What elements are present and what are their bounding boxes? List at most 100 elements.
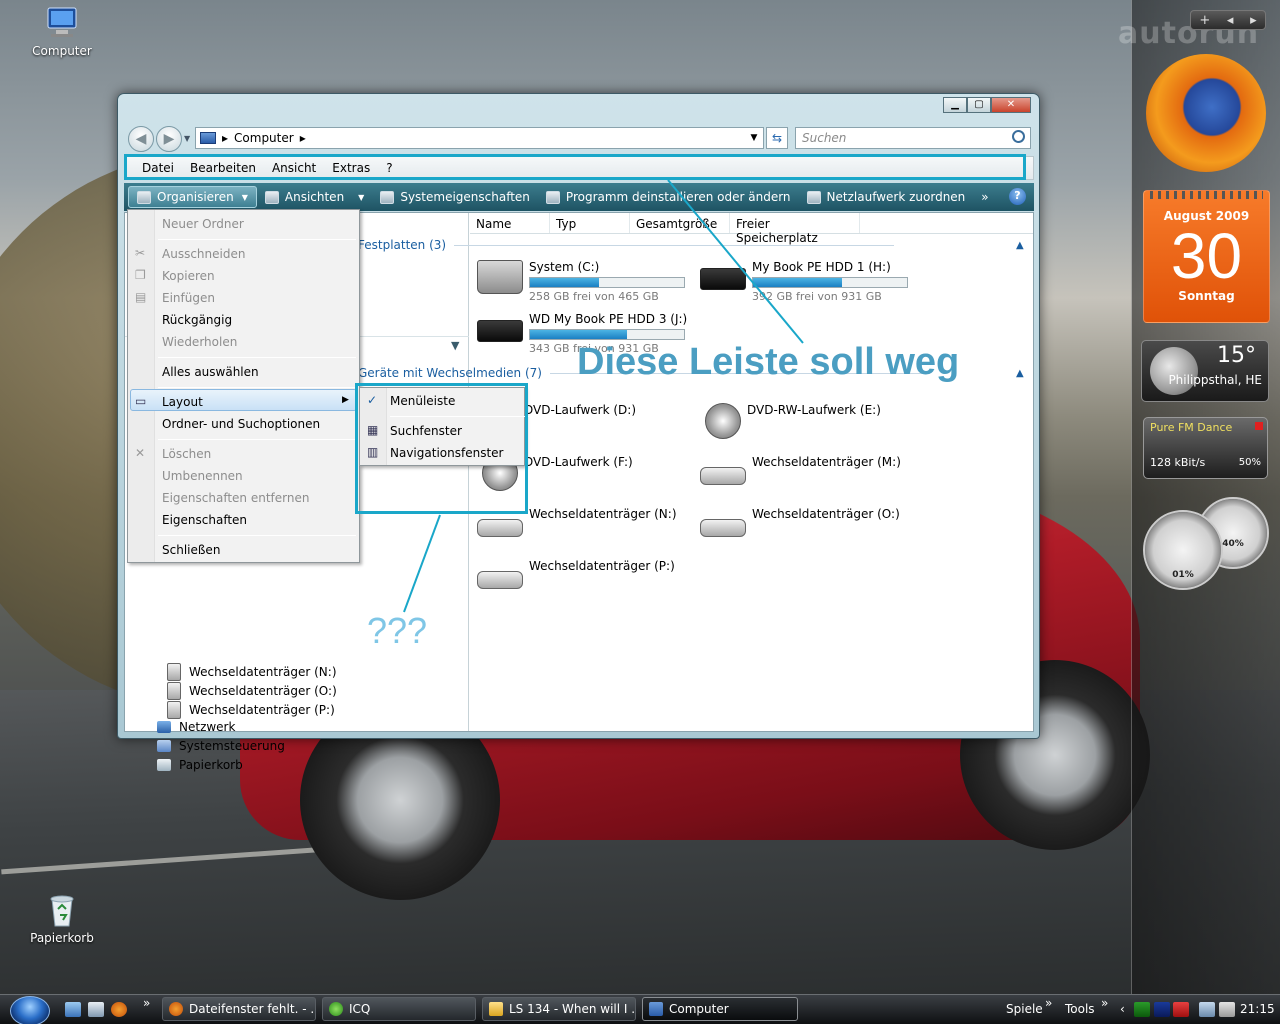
refresh-button[interactable]: ⇆	[766, 127, 788, 149]
menu-item-copy[interactable]: Kopieren	[162, 269, 215, 283]
drive-name: DVD-Laufwerk (D:)	[524, 403, 637, 417]
drive-name: Wechseldatenträger (M:)	[752, 455, 901, 469]
breadcrumb-computer[interactable]: Computer	[234, 131, 294, 145]
network-drive-icon	[806, 190, 821, 204]
tray-network-icon[interactable]	[1199, 1002, 1215, 1017]
clock[interactable]: 21:15	[1240, 1002, 1275, 1016]
menu-item-properties[interactable]: Eigenschaften	[162, 513, 247, 527]
tree-item[interactable]: Systemsteuerung	[157, 739, 285, 753]
firefox-icon[interactable]	[111, 1002, 127, 1017]
menu-item-paste[interactable]: Einfügen	[162, 291, 215, 305]
address-bar[interactable]: ▸ Computer ▸ ▼	[195, 127, 764, 149]
system-properties-button[interactable]: Systemeigenschaften	[372, 186, 538, 208]
menu-item-select-all[interactable]: Alles auswählen	[162, 365, 259, 379]
address-separator[interactable]: ▸	[222, 131, 228, 145]
drive-item[interactable]: Wechseldatenträger (P:)	[477, 559, 675, 589]
more-commands-button[interactable]: »	[973, 186, 996, 208]
menu-item-rename[interactable]: Umbenennen	[162, 469, 243, 483]
tray-nvidia-icon[interactable]	[1134, 1002, 1150, 1017]
collapse-group-icon[interactable]: ▲	[1016, 368, 1024, 379]
drive-item[interactable]: DVD-RW-Laufwerk (E:)	[700, 403, 881, 439]
drive-usage-bar	[529, 277, 685, 288]
tree-item[interactable]: Wechseldatenträger (N:)	[167, 663, 337, 681]
menu-item-remove-properties[interactable]: Eigenschaften entfernen	[162, 491, 309, 505]
tree-item[interactable]: Papierkorb	[157, 758, 243, 772]
desktop-icon-computer[interactable]: Computer	[22, 6, 102, 58]
toolbar-chevron[interactable]: »	[1045, 996, 1052, 1010]
tray-expand-icon[interactable]: ‹	[1120, 1002, 1125, 1016]
cpu-meter-gadget: 01%	[1143, 510, 1223, 590]
scissors-icon: ✂	[135, 246, 146, 260]
weather-gadget[interactable]: 15° Philippsthal, HE	[1141, 340, 1269, 402]
tree-item[interactable]: Wechseldatenträger (P:)	[167, 701, 335, 719]
chevron-down-icon[interactable]: ▼	[451, 339, 459, 352]
taskbar-button-computer[interactable]: Computer	[642, 997, 798, 1021]
column-header-total-size[interactable]: Gesamtgröße	[630, 213, 730, 233]
drive-name: My Book PE HDD 1 (H:)	[752, 260, 891, 274]
tree-item[interactable]: Wechseldatenträger (O:)	[167, 682, 337, 700]
menu-item-folder-options[interactable]: Ordner- und Suchoptionen	[162, 417, 320, 431]
start-button[interactable]	[10, 996, 50, 1024]
drive-item[interactable]: Wechseldatenträger (O:)	[700, 507, 900, 537]
show-desktop-icon[interactable]	[65, 1002, 81, 1017]
group-title: Festplatten (3)	[358, 238, 447, 252]
menu-item-layout[interactable]: Layout	[162, 395, 203, 409]
column-header-type[interactable]: Typ	[550, 213, 630, 233]
tree-item-label: Wechseldatenträger (P:)	[189, 703, 335, 717]
desktop-icon-recycle-bin[interactable]: Papierkorb	[22, 893, 102, 945]
menu-item-new-folder[interactable]: Neuer Ordner	[162, 217, 244, 231]
organize-button[interactable]: Organisieren ▼	[128, 186, 257, 208]
map-network-drive-button[interactable]: Netzlaufwerk zuordnen	[799, 186, 974, 208]
organize-label: Organisieren	[157, 190, 234, 204]
drive-item[interactable]: My Book PE HDD 1 (H:) 392 GB frei von 93…	[700, 260, 908, 303]
minimize-button[interactable]: ▁	[943, 97, 967, 113]
search-input[interactable]: Suchen	[795, 127, 1031, 149]
calendar-gadget[interactable]: August 2009 30 Sonntag	[1143, 190, 1270, 323]
toolbar-tools[interactable]: Tools	[1065, 1002, 1095, 1016]
menu-item-close[interactable]: Schließen	[162, 543, 220, 557]
taskbar-button-firefox[interactable]: Dateifenster fehlt. - ...	[162, 997, 316, 1021]
address-separator[interactable]: ▸	[300, 131, 306, 145]
tree-item[interactable]: Netzwerk	[157, 720, 235, 734]
column-header-name[interactable]: Name	[470, 213, 550, 233]
group-title: Geräte mit Wechselmedien (7)	[358, 366, 542, 380]
removable-drive-icon	[167, 701, 181, 719]
uninstall-program-button[interactable]: Programm deinstallieren oder ändern	[538, 186, 799, 208]
tray-wd-icon[interactable]	[1154, 1002, 1170, 1017]
history-dropdown-icon[interactable]: ▼	[184, 134, 190, 143]
help-icon[interactable]: ?	[1009, 188, 1026, 205]
address-dropdown-icon[interactable]: ▼	[745, 133, 763, 143]
menu-item-undo[interactable]: Rückgängig	[162, 313, 232, 327]
radio-gadget[interactable]: Pure FM Dance 128 kBit/s 50%	[1143, 417, 1268, 479]
switch-windows-icon[interactable]	[88, 1002, 104, 1017]
taskbar-button-icq[interactable]: ICQ	[322, 997, 476, 1021]
add-gadget-icon[interactable]: +	[1199, 13, 1210, 28]
drive-item[interactable]: System (C:) 258 GB frei von 465 GB	[477, 260, 685, 303]
back-button[interactable]: ◀	[128, 126, 154, 152]
next-page-icon[interactable]: ▸	[1250, 13, 1257, 28]
toolbar-chevron[interactable]: »	[1101, 996, 1108, 1010]
quicklaunch-chevron[interactable]: »	[143, 996, 150, 1010]
prev-page-icon[interactable]: ◂	[1227, 13, 1234, 28]
collapse-group-icon[interactable]: ▲	[1016, 240, 1024, 251]
menu-item-redo[interactable]: Wiederholen	[162, 335, 237, 349]
group-header-hdd[interactable]: Festplatten (3)	[358, 238, 895, 252]
maximize-button[interactable]: ▢	[967, 97, 991, 113]
taskbar-button-folder[interactable]: LS 134 - When will I ...	[482, 997, 636, 1021]
sidebar-controls[interactable]: + ◂ ▸	[1190, 10, 1266, 30]
forward-button[interactable]: ▶	[156, 126, 182, 152]
search-icon[interactable]	[1012, 130, 1025, 143]
drive-item[interactable]: Wechseldatenträger (M:)	[700, 455, 901, 485]
stop-icon[interactable]	[1255, 422, 1263, 430]
cpu-meter-value: 01%	[1172, 570, 1194, 580]
toolbar-games[interactable]: Spiele	[1006, 1002, 1043, 1016]
firefox-clock-gadget[interactable]	[1146, 54, 1266, 172]
column-header-free-space[interactable]: Freier Speicherplatz	[730, 213, 860, 245]
close-button[interactable]: ✕	[991, 97, 1031, 113]
views-button[interactable]: Ansichten ▼	[257, 186, 372, 208]
drive-free-space: 392 GB frei von 931 GB	[752, 290, 882, 303]
tray-volume-icon[interactable]	[1219, 1002, 1235, 1017]
menu-item-delete[interactable]: Löschen	[162, 447, 211, 461]
tray-security-icon[interactable]	[1173, 1002, 1189, 1017]
menu-item-cut[interactable]: Ausschneiden	[162, 247, 245, 261]
